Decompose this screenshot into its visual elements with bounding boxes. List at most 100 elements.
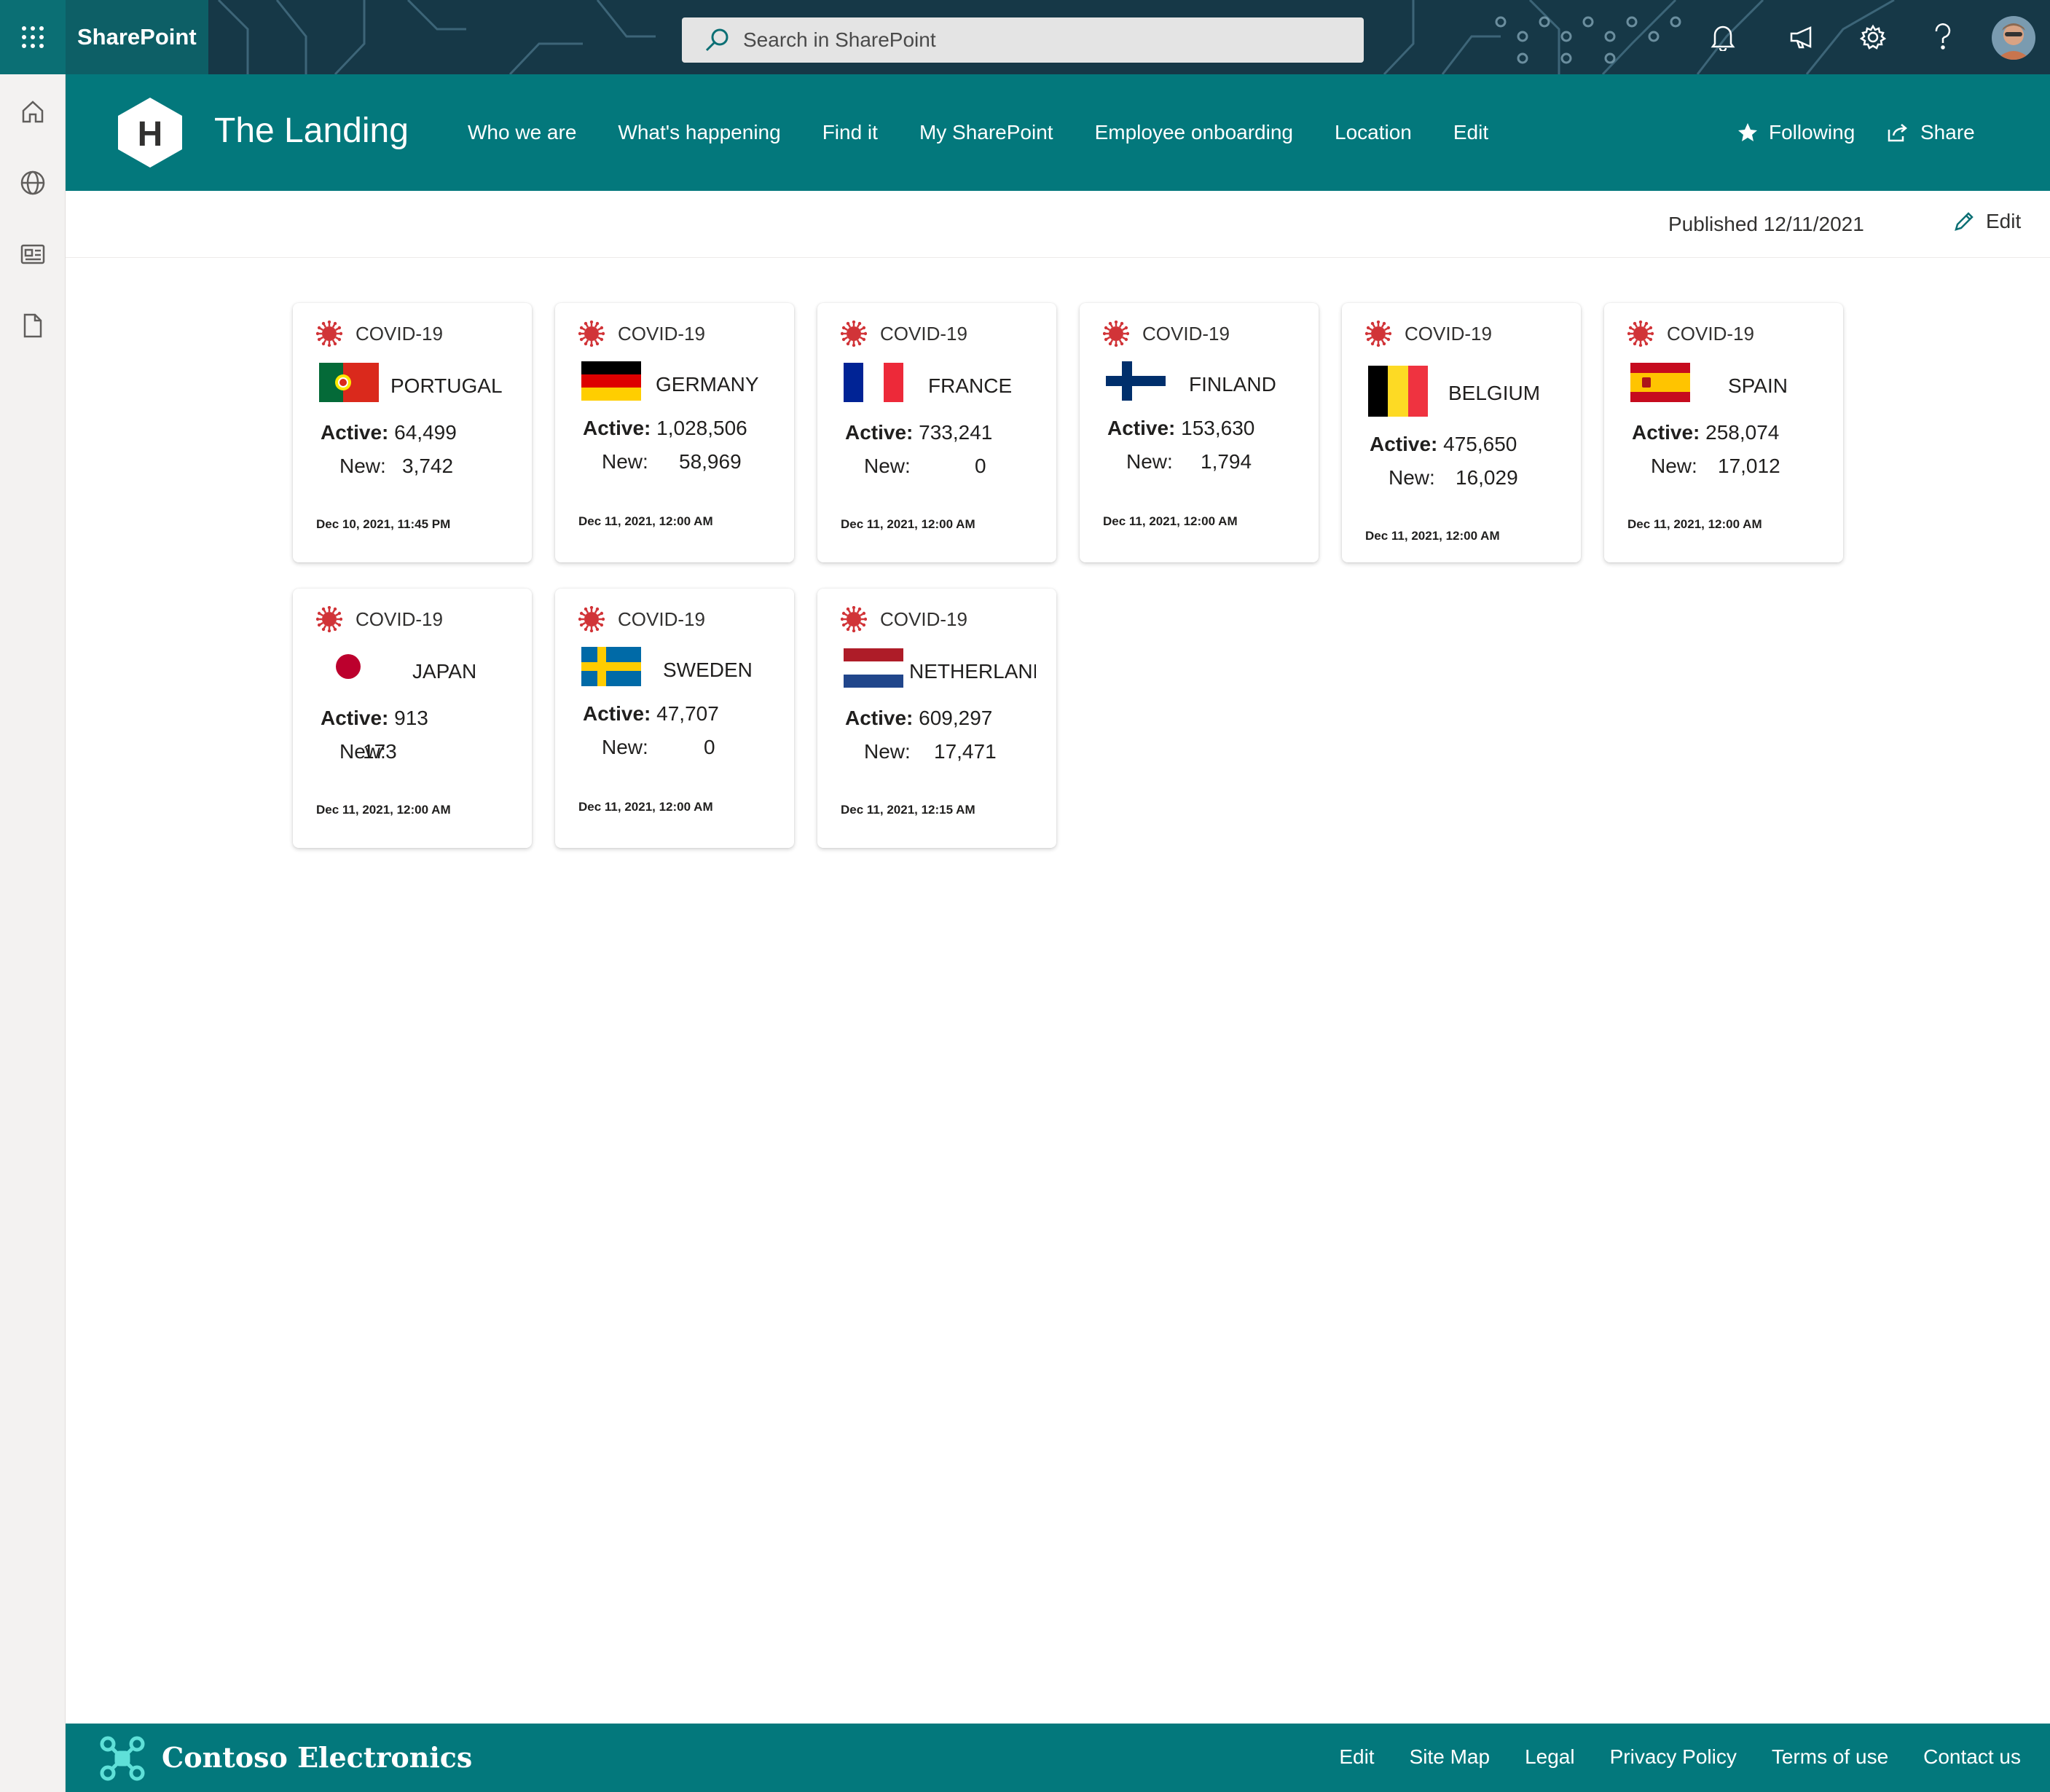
card-topic-label: COVID-19 [356, 608, 443, 630]
new-label: New: [1126, 450, 1173, 473]
updated-date: Dec 11, 2021, 12:00 AM [578, 514, 713, 528]
covid-card[interactable]: COVID-19 NETHERLAND Active: 609,297 New:… [817, 589, 1056, 848]
site-logo[interactable]: H [115, 96, 185, 169]
sharepoint-brand-link[interactable]: SharePoint [66, 0, 208, 74]
search-box[interactable]: Search in SharePoint [682, 17, 1364, 63]
active-cases: Active: 1,028,506 [583, 417, 747, 440]
covid-card[interactable]: COVID-19 PORTUGAL Active: 64,499 New: 3,… [293, 303, 532, 562]
flag-fi-icon [1106, 361, 1166, 401]
flag-be-icon [1368, 366, 1428, 417]
home-nav-button[interactable] [16, 95, 50, 128]
new-value: 17,012 [1718, 455, 1780, 477]
nav-my-sharepoint[interactable]: My SharePoint [919, 121, 1053, 144]
app-launcher-button[interactable] [0, 0, 66, 74]
waffle-icon [22, 26, 44, 48]
virus-icon [841, 321, 867, 347]
active-label: Active: [583, 417, 651, 439]
app-bar [0, 74, 66, 1792]
updated-date: Dec 10, 2021, 11:45 PM [316, 517, 451, 531]
page-edit-button[interactable]: Edit [1952, 210, 2021, 233]
whats-new-button[interactable] [1786, 20, 1820, 54]
covid-card[interactable]: COVID-19 GERMANY Active: 1,028,506 New: … [555, 303, 794, 562]
active-value: 153,630 [1181, 417, 1255, 439]
sharepoint-brand-text: SharePoint [77, 24, 197, 50]
new-label: New: [864, 740, 911, 763]
user-avatar[interactable] [1992, 16, 2035, 60]
footer-brand: Contoso Electronics [162, 1741, 473, 1774]
footer-link-site-map[interactable]: Site Map [1410, 1745, 1491, 1769]
footer-link-edit[interactable]: Edit [1339, 1745, 1374, 1769]
country-name: PORTUGAL [390, 374, 503, 397]
flag-pt-icon [319, 363, 379, 402]
covid-card[interactable]: COVID-19 FINLAND Active: 153,630 New: 1,… [1080, 303, 1319, 562]
files-nav-button[interactable] [16, 309, 50, 342]
country-flag [319, 363, 379, 406]
star-icon [1738, 123, 1757, 141]
published-date: Published 12/11/2021 [1668, 213, 1864, 235]
active-label: Active: [321, 421, 389, 444]
covid-card[interactable]: COVID-19 FRANCE Active: 733,241 New: 0 D… [817, 303, 1056, 562]
share-label: Share [1920, 121, 1975, 144]
nav-location[interactable]: Location [1335, 121, 1412, 144]
active-value: 258,074 [1705, 421, 1780, 444]
following-button[interactable]: Following [1737, 121, 1855, 144]
help-icon [1935, 23, 1951, 50]
card-header: COVID-19 [578, 606, 705, 632]
country-name: BELGIUM [1448, 382, 1541, 404]
nav-whats-happening[interactable]: What's happening [618, 121, 780, 144]
share-button[interactable]: Share [1887, 121, 1975, 144]
covid-card[interactable]: COVID-19 JAPAN Active: 913 New: 173 Dec … [293, 589, 532, 848]
avatar-photo [1992, 16, 2035, 60]
card-topic-label: COVID-19 [880, 608, 967, 630]
virus-icon [578, 606, 605, 632]
active-label: Active: [583, 702, 651, 725]
site-title[interactable]: The Landing [214, 111, 409, 151]
nav-employee-onboarding[interactable]: Employee onboarding [1095, 121, 1293, 144]
country-name: SWEDEN [663, 659, 753, 681]
updated-date: Dec 11, 2021, 12:00 AM [1103, 514, 1238, 528]
card-header: COVID-19 [1103, 321, 1230, 347]
active-value: 1,028,506 [656, 417, 747, 439]
new-value: 0 [704, 736, 715, 758]
active-cases: Active: 733,241 [845, 421, 992, 444]
news-nav-button[interactable] [16, 237, 50, 271]
active-label: Active: [845, 421, 914, 444]
help-button[interactable] [1926, 20, 1960, 54]
settings-button[interactable] [1856, 20, 1890, 54]
footer-link-legal[interactable]: Legal [1525, 1745, 1575, 1769]
covid-card[interactable]: COVID-19 SWEDEN Active: 47,707 New: 0 De… [555, 589, 794, 848]
footer-links: Edit Site Map Legal Privacy Policy Terms… [1304, 1745, 2021, 1769]
active-value: 609,297 [919, 707, 993, 729]
site-logo-letter: H [138, 115, 163, 154]
updated-date: Dec 11, 2021, 12:00 AM [578, 800, 713, 814]
flag-es-icon [1630, 363, 1690, 402]
gear-icon [1860, 24, 1886, 50]
active-cases: Active: 475,650 [1370, 433, 1517, 456]
virus-icon [841, 606, 867, 632]
footer-link-terms-of-use[interactable]: Terms of use [1772, 1745, 1888, 1769]
sites-nav-button[interactable] [16, 166, 50, 200]
footer-link-contact-us[interactable]: Contact us [1923, 1745, 2021, 1769]
covid-card[interactable]: COVID-19 BELGIUM Active: 475,650 New: 16… [1342, 303, 1581, 562]
nav-find-it[interactable]: Find it [822, 121, 878, 144]
country-flag [1630, 363, 1690, 406]
updated-date: Dec 11, 2021, 12:00 AM [1365, 529, 1500, 543]
active-cases: Active: 609,297 [845, 707, 992, 730]
search-icon [705, 28, 729, 52]
nav-who-we-are[interactable]: Who we are [468, 121, 576, 144]
flag-nl-icon [844, 648, 903, 688]
covid-card[interactable]: COVID-19 SPAIN Active: 258,074 New: 17,0… [1604, 303, 1843, 562]
card-topic-label: COVID-19 [1405, 322, 1492, 345]
updated-date: Dec 11, 2021, 12:00 AM [316, 803, 451, 817]
footer-link-privacy-policy[interactable]: Privacy Policy [1610, 1745, 1737, 1769]
virus-icon [1627, 321, 1654, 347]
virus-icon [1103, 321, 1129, 347]
card-header: COVID-19 [578, 321, 705, 347]
new-label: New: [864, 455, 911, 477]
nav-edit[interactable]: Edit [1453, 121, 1488, 144]
country-flag [844, 648, 903, 691]
notifications-button[interactable] [1706, 20, 1740, 54]
country-flag [844, 363, 903, 406]
virus-icon [316, 606, 342, 632]
page-edit-label: Edit [1986, 210, 2022, 232]
